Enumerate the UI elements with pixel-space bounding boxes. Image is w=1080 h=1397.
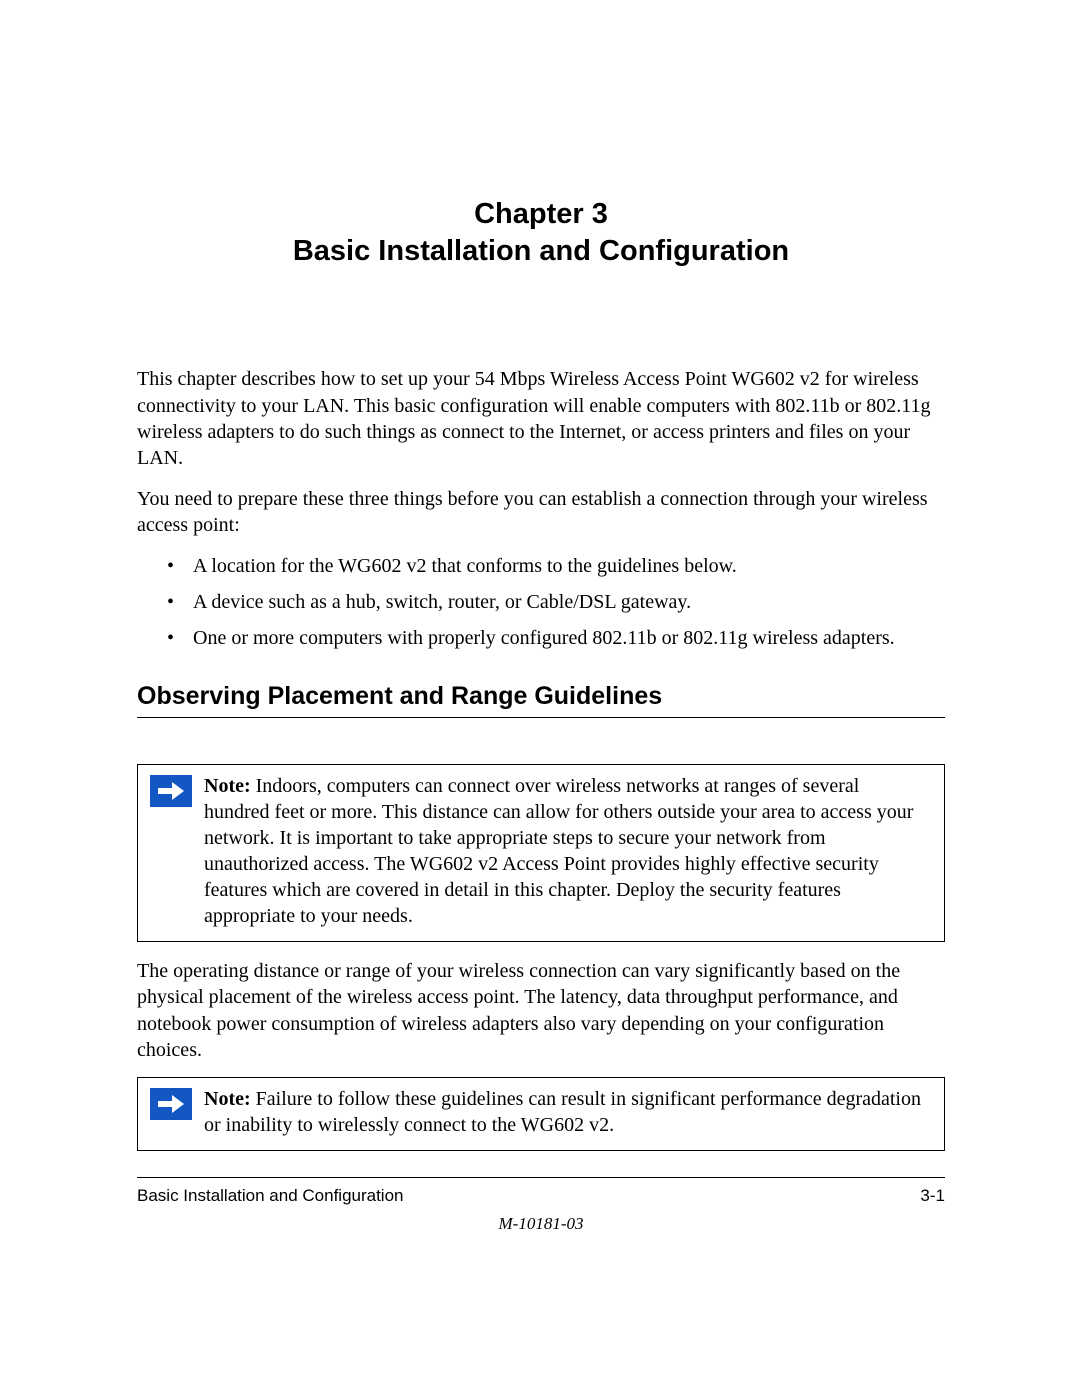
prep-list: A location for the WG602 v2 that conform… <box>165 553 945 652</box>
note-label: Note: <box>204 775 251 797</box>
chapter-title: Chapter 3 Basic Installation and Configu… <box>137 196 945 270</box>
range-paragraph: The operating distance or range of your … <box>137 958 945 1064</box>
list-item: A location for the WG602 v2 that conform… <box>165 553 945 579</box>
arrow-right-icon <box>150 775 192 807</box>
arrow-right-icon <box>150 1088 192 1120</box>
note-box-security: Note: Indoors, computers can connect ove… <box>137 764 945 942</box>
chapter-number: Chapter 3 <box>474 198 608 230</box>
note-body: Indoors, computers can connect over wire… <box>204 775 913 927</box>
footer: Basic Installation and Configuration 3-1 <box>137 1178 945 1206</box>
page-number: 3-1 <box>920 1186 945 1206</box>
note-label: Note: <box>204 1088 251 1110</box>
note-icon-cell <box>138 765 204 815</box>
chapter-name: Basic Installation and Configuration <box>293 235 789 267</box>
note-body: Failure to follow these guidelines can r… <box>204 1088 921 1136</box>
list-item: A device such as a hub, switch, router, … <box>165 589 945 615</box>
section-title: Observing Placement and Range Guidelines <box>137 682 945 711</box>
note-text: Note: Failure to follow these guidelines… <box>204 1078 944 1150</box>
list-item: One or more computers with properly conf… <box>165 625 945 651</box>
intro-paragraph-1: This chapter describes how to set up you… <box>137 366 945 472</box>
footer-chapter-name: Basic Installation and Configuration <box>137 1186 404 1206</box>
note-icon-cell <box>138 1078 204 1128</box>
note-box-warning: Note: Failure to follow these guidelines… <box>137 1077 945 1151</box>
section-rule <box>137 717 945 718</box>
note-text: Note: Indoors, computers can connect ove… <box>204 765 944 941</box>
document-number: M-10181-03 <box>137 1214 945 1234</box>
page: Chapter 3 Basic Installation and Configu… <box>0 0 1080 1397</box>
intro-paragraph-2: You need to prepare these three things b… <box>137 486 945 539</box>
